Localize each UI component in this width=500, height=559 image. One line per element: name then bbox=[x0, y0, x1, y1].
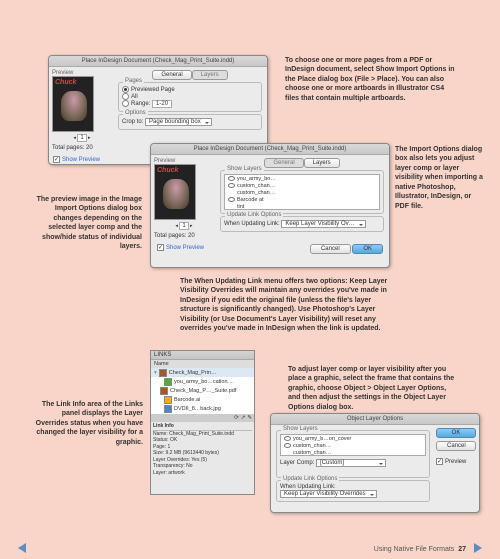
cancel-button[interactable]: Cancel bbox=[310, 244, 351, 254]
crop-dropdown[interactable]: Page bounding box bbox=[145, 118, 212, 126]
caption-layer-visibility: The Import Options dialog box also lets … bbox=[395, 145, 485, 211]
caption-preview-changes: The preview image in the Image Import Op… bbox=[32, 195, 142, 252]
total-pages: Total pages: 20 bbox=[52, 145, 112, 151]
tab-general[interactable]: General bbox=[152, 70, 191, 80]
update-link-dropdown[interactable]: Keep Layer Visibility Ov… bbox=[281, 220, 365, 228]
caption-object-layer: To adjust layer comp or layer visibility… bbox=[288, 365, 458, 412]
radio-range[interactable] bbox=[122, 100, 129, 107]
link-info: Link Info Name: Check_Mag_Print_Suite.in… bbox=[151, 422, 254, 477]
ok-button-2[interactable]: OK bbox=[436, 428, 476, 438]
goto-icon[interactable]: ↗ bbox=[241, 415, 246, 421]
preview-thumbnail bbox=[52, 76, 94, 132]
link-icon bbox=[159, 369, 167, 377]
tab-layers[interactable]: Layers bbox=[192, 70, 228, 80]
cancel-button-2[interactable]: Cancel bbox=[436, 441, 476, 451]
radio-previewed[interactable] bbox=[122, 86, 129, 93]
tab-general-2[interactable]: General bbox=[264, 158, 303, 168]
dialog1-title: Place InDesign Document (Check_Mag_Print… bbox=[49, 56, 267, 67]
links-panel-title: LINKS bbox=[151, 351, 254, 360]
tab-layers-2[interactable]: Layers bbox=[304, 158, 340, 168]
layer-comp-dropdown[interactable]: [Custom] bbox=[316, 459, 386, 467]
relink-icon[interactable]: ⟳ bbox=[234, 415, 239, 421]
place-dialog-layers: Place InDesign Document (Check_Mag_Print… bbox=[150, 143, 390, 268]
preview-thumbnail-2 bbox=[154, 164, 196, 220]
update-link-dropdown-2[interactable]: Keep Layer Visibility Overrides bbox=[280, 490, 377, 498]
show-preview-check[interactable] bbox=[53, 156, 60, 163]
links-panel: LINKS Name ▾Check_Mag_Prin… you_army_bo…… bbox=[150, 350, 255, 495]
eye-icon[interactable] bbox=[228, 176, 235, 181]
preview-check[interactable] bbox=[436, 458, 443, 465]
object-layer-options-dialog: Object Layer Options Show Layers you_arm… bbox=[270, 413, 480, 513]
edit-icon[interactable]: ✎ bbox=[247, 415, 252, 421]
caption-import-options: To choose one or more pages from a PDF o… bbox=[285, 56, 460, 103]
caption-updating-link: The When Updating Link menu offers two o… bbox=[180, 277, 395, 334]
page-footer: Using Native File Formats 27 bbox=[374, 546, 466, 553]
dialog2-title: Place InDesign Document (Check_Mag_Print… bbox=[151, 144, 389, 155]
next-page-arrow[interactable] bbox=[474, 543, 482, 553]
radio-all[interactable] bbox=[122, 93, 129, 100]
caption-link-info: The Link Info area of the Links panel di… bbox=[28, 400, 143, 447]
ok-button[interactable]: OK bbox=[352, 244, 383, 254]
prev-page-arrow[interactable] bbox=[18, 543, 26, 553]
dialog3-title: Object Layer Options bbox=[271, 414, 479, 425]
